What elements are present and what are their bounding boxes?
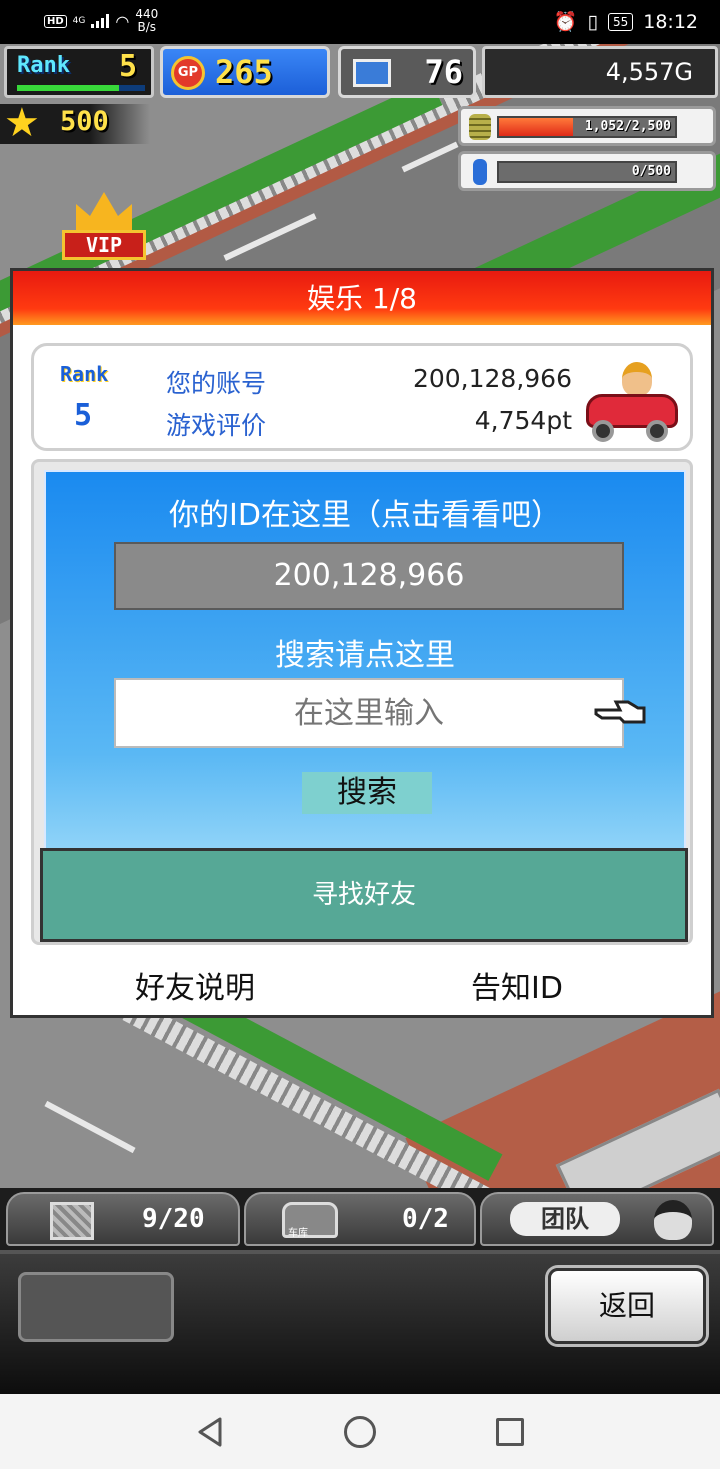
storage-count: 9/20 (142, 1204, 205, 1234)
tab-storage[interactable]: 9/20 (6, 1192, 240, 1246)
nav-back-icon[interactable] (196, 1416, 224, 1448)
nav-recents-icon[interactable] (496, 1418, 524, 1446)
rank-label: Rank (17, 53, 70, 78)
clock: 18:12 (643, 10, 698, 33)
friend-id-search-input[interactable] (114, 678, 624, 748)
share-id-link[interactable]: 告知ID (471, 963, 563, 1007)
rating-label: 游戏评价 (166, 411, 267, 440)
staff-face-icon (654, 1200, 692, 1240)
net-speed-unit: B/s (137, 20, 157, 34)
my-id-display[interactable]: 200,128,966 (114, 542, 624, 610)
rank-progress-bar (17, 85, 145, 91)
garage-count: 0/2 (402, 1204, 449, 1234)
network-type: 4G (72, 15, 86, 26)
bottom-tab-bar: 9/20 车库 0/2 团队 (0, 1188, 720, 1250)
dialog-title: 娱乐 1/8 (13, 271, 711, 325)
rating-value: 4,754pt (474, 406, 572, 435)
resource-text: 0/500 (631, 164, 671, 179)
alarm-icon: ⏰ (553, 11, 578, 33)
coin-stack-icon (469, 114, 491, 140)
wifi-icon: ◠ (115, 11, 130, 31)
money-value: 4,557G (605, 58, 693, 86)
resource-track: 1,052/2,500 (497, 116, 677, 138)
signal-icon (91, 14, 110, 28)
computer-value: 76 (424, 53, 463, 91)
garage-label: 车库 (288, 1228, 308, 1239)
friend-search-panel: 你的ID在这里（点击看看吧） 200,128,966 搜索请点这里 搜索 寻找好… (31, 459, 693, 945)
computer-panel[interactable]: 76 (338, 46, 476, 98)
gp-value: 265 (215, 53, 273, 91)
profile-rank-label: Rank (60, 362, 109, 386)
bottle-icon (473, 159, 487, 185)
net-speed: 440 B/s (135, 8, 158, 34)
vibrate-icon: ▯ (587, 10, 598, 33)
search-title: 搜索请点这里 (275, 638, 455, 673)
system-nav-bar (0, 1394, 720, 1469)
scene-lane-mark (44, 1100, 136, 1154)
star-panel[interactable]: ★ 500 (0, 100, 150, 146)
star-icon: ★ (4, 100, 40, 146)
account-label: 您的账号 (166, 369, 267, 398)
pointing-hand-icon (594, 700, 646, 724)
profile-rank-value: 5 (74, 398, 93, 433)
vip-label: VIP (62, 230, 146, 260)
status-bar: HD 4G ◠ 440 B/s ⏰ ▯ 55 18:12 (0, 0, 720, 44)
back-button[interactable]: 返回 (548, 1268, 706, 1344)
crown-icon (76, 192, 132, 232)
resource-text: 1,052/2,500 (584, 119, 671, 134)
rank-panel[interactable]: Rank 5 (4, 46, 154, 98)
resource-bar-water[interactable]: 0/500 (458, 151, 716, 191)
team-label: 团队 (510, 1202, 620, 1236)
money-panel[interactable]: 4,557G (482, 46, 718, 98)
rank-progress-fill (17, 85, 120, 91)
gp-panel[interactable]: GP 265 (160, 46, 330, 98)
id-title: 你的ID在这里（点击看看吧） (169, 498, 561, 533)
tab-garage[interactable]: 车库 0/2 (244, 1192, 476, 1246)
friends-dialog: 娱乐 1/8 Rank 5 您的账号 200,128,966 游戏评价 4,75… (10, 268, 714, 1018)
rank-value: 5 (118, 49, 137, 84)
id-panel: 你的ID在这里（点击看看吧） 200,128,966 搜索请点这里 搜索 (44, 470, 686, 850)
car-avatar-icon (582, 358, 682, 442)
find-friends-button[interactable]: 寻找好友 (40, 848, 688, 942)
net-speed-value: 440 (135, 7, 159, 21)
resource-fill (499, 118, 573, 136)
battery-icon: 55 (607, 12, 634, 31)
account-value: 200,128,966 (412, 364, 572, 393)
bottom-panel: 返回 (0, 1250, 720, 1394)
resource-track: 0/500 (497, 161, 677, 183)
search-button[interactable]: 搜索 (302, 772, 432, 814)
hd-badge: HD (44, 14, 67, 28)
gp-coin-icon: GP (171, 56, 205, 90)
tab-team[interactable]: 团队 (480, 1192, 714, 1246)
blank-button[interactable] (18, 1272, 174, 1342)
crate-icon (50, 1202, 94, 1240)
profile-card: Rank 5 您的账号 200,128,966 游戏评价 4,754pt (31, 343, 693, 451)
star-value: 500 (60, 106, 109, 137)
resource-bar-fuel[interactable]: 1,052/2,500 (458, 106, 716, 146)
friend-info-link[interactable]: 好友说明 (135, 963, 255, 1007)
vip-badge[interactable]: VIP (62, 192, 146, 268)
computer-icon (353, 59, 391, 87)
nav-home-icon[interactable] (344, 1416, 376, 1448)
